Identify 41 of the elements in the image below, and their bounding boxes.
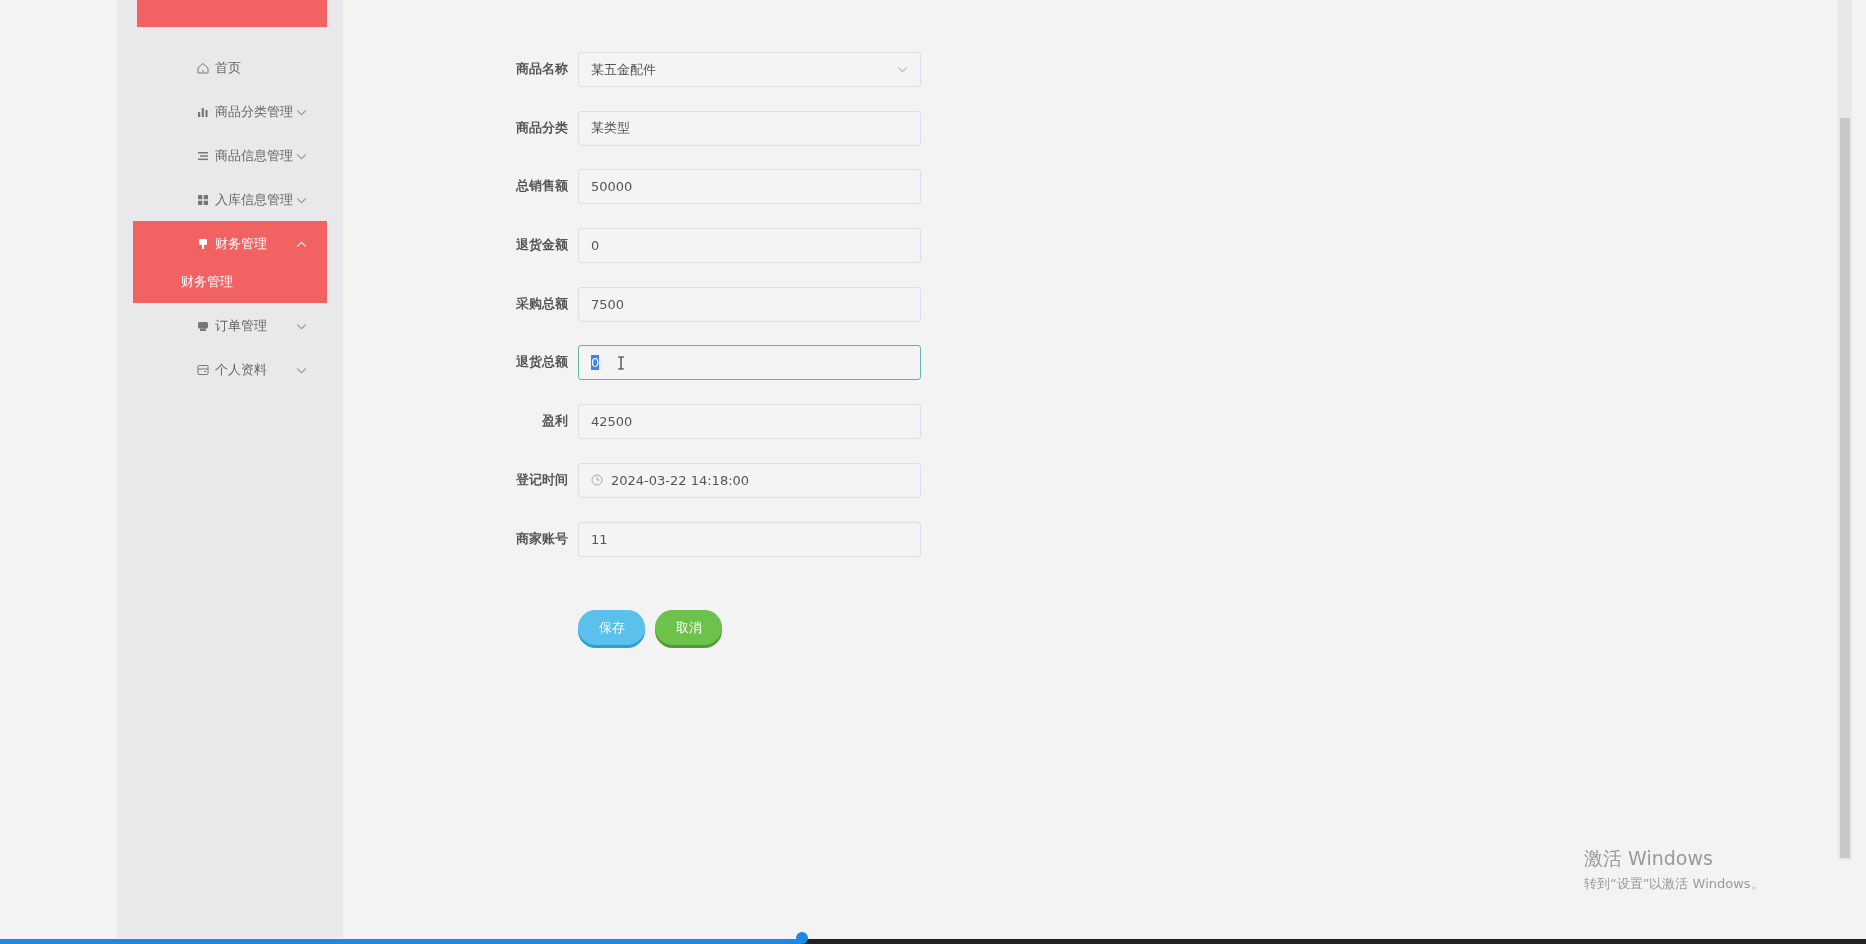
bar-chart-icon bbox=[197, 106, 209, 118]
field-label: 商家账号 bbox=[515, 530, 569, 548]
field-label: 登记时间 bbox=[515, 471, 569, 489]
stamp-icon bbox=[197, 238, 209, 250]
progress-track[interactable] bbox=[0, 939, 1866, 944]
input-field[interactable]: 42500 bbox=[578, 404, 921, 440]
list-icon bbox=[197, 150, 209, 162]
input-field[interactable]: 50000 bbox=[578, 169, 921, 205]
select-field[interactable]: 某五金配件 bbox=[578, 52, 921, 87]
datetime-field[interactable]: 2024-03-22 14:18:00 bbox=[578, 462, 921, 498]
input-field[interactable]: 0 bbox=[578, 228, 921, 264]
field-label: 商品分类 bbox=[515, 119, 569, 137]
field-label: 总销售额 bbox=[514, 178, 569, 196]
card-icon bbox=[197, 364, 209, 376]
clock-icon bbox=[591, 474, 603, 487]
field-label: 盈利 bbox=[541, 413, 569, 431]
scrollbar[interactable] bbox=[1838, 0, 1852, 860]
submenu-item[interactable]: 财务管理 bbox=[133, 265, 327, 303]
menu-item[interactable]: 财务管理 bbox=[133, 223, 327, 265]
menu-item[interactable]: 订单管理 bbox=[133, 305, 327, 347]
menu-item[interactable]: 商品信息管理 bbox=[133, 135, 327, 177]
printer-icon bbox=[197, 320, 209, 332]
menu-item[interactable]: 入库信息管理 bbox=[133, 179, 327, 221]
text-cursor-icon bbox=[617, 355, 626, 370]
chevron-down-icon bbox=[897, 66, 908, 73]
input-field[interactable]: 0 bbox=[578, 345, 921, 381]
activation-title: 激活 Windows bbox=[1584, 846, 1714, 871]
home-icon bbox=[197, 62, 209, 74]
field-label: 退货金额 bbox=[515, 237, 569, 255]
progress-handle[interactable] bbox=[796, 932, 809, 944]
field-label: 退货总额 bbox=[515, 354, 569, 372]
field-label: 商品名称 bbox=[515, 61, 569, 78]
grid-icon bbox=[197, 194, 209, 206]
input-field[interactable]: 7500 bbox=[578, 286, 921, 322]
menu-item[interactable]: 个人资料 bbox=[133, 349, 327, 391]
menu-item[interactable]: 商品分类管理 bbox=[133, 91, 327, 133]
menu-item[interactable]: 首页 bbox=[133, 47, 327, 89]
activation-subtitle: 转到“设置”以激活 Windows。 bbox=[1584, 875, 1764, 893]
input-field[interactable]: 某类型 bbox=[578, 110, 921, 146]
field-label: 采购总额 bbox=[515, 295, 569, 313]
input-field[interactable]: 11 bbox=[578, 521, 921, 557]
